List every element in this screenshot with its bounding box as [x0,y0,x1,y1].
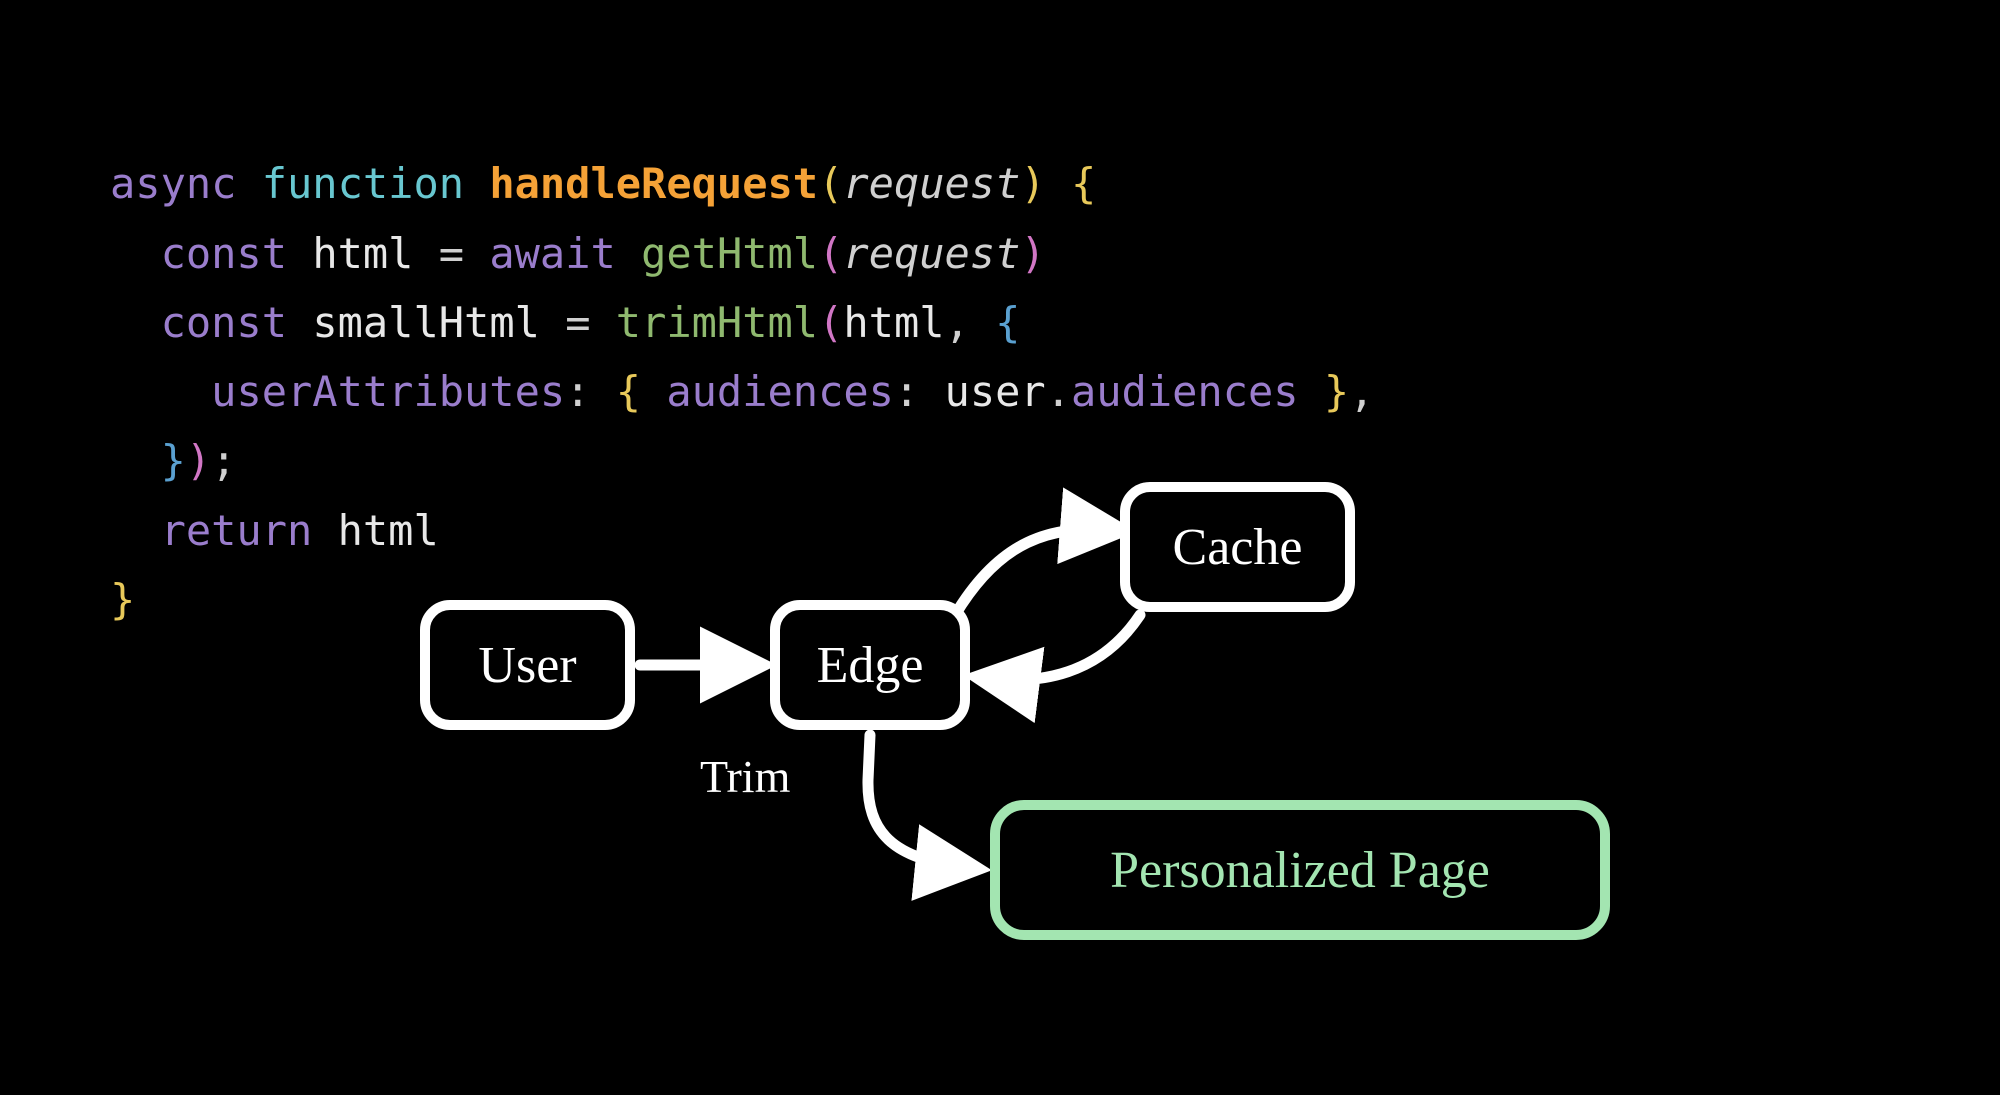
call-trimhtml: trimHtml [616,298,818,347]
var-user: user [945,367,1046,416]
colon: : [894,367,919,416]
equals: = [565,298,590,347]
keyword-return: return [161,506,313,555]
arg-html: html [843,298,944,347]
var-smallhtml: smallHtml [312,298,540,347]
arg-request: request [843,229,1020,278]
function-name: handleRequest [489,159,818,208]
brace-open: { [616,367,641,416]
keyword-await: await [489,229,615,278]
paren-close: ) [186,436,211,485]
node-personalized-page: Personalized Page [990,800,1610,940]
comma: , [945,298,970,347]
paren-close: ) [1020,159,1045,208]
node-edge: Edge [770,600,970,730]
equals: = [439,229,464,278]
var-html: html [312,229,413,278]
brace-close: } [110,575,135,624]
keyword-const: const [161,298,287,347]
node-user: User [420,600,635,730]
colon: : [565,367,590,416]
trim-label: Trim [700,750,790,803]
brace-open: { [1071,159,1096,208]
node-edge-label: Edge [817,636,924,695]
param-request: request [843,159,1020,208]
comma: , [1349,367,1374,416]
semicolon: ; [211,436,236,485]
keyword-async: async [110,159,236,208]
paren-open: ( [818,298,843,347]
dot: . [1046,367,1071,416]
node-cache: Cache [1120,482,1355,612]
paren-open: ( [818,229,843,278]
brace-open: { [995,298,1020,347]
node-cache-label: Cache [1173,518,1303,577]
brace-close: } [1324,367,1349,416]
paren-close: ) [1020,229,1045,278]
brace-close: } [161,436,186,485]
call-gethtml: getHtml [641,229,818,278]
prop-userattributes: userAttributes [211,367,565,416]
node-user-label: User [478,636,576,695]
diagram: User Edge Cache Trim Personalized Page [400,460,1900,1060]
keyword-const: const [161,229,287,278]
prop-audiences: audiences [1071,367,1299,416]
prop-audiences: audiences [666,367,894,416]
node-personalized-page-label: Personalized Page [1110,841,1490,900]
paren-open: ( [818,159,843,208]
keyword-function: function [262,159,464,208]
